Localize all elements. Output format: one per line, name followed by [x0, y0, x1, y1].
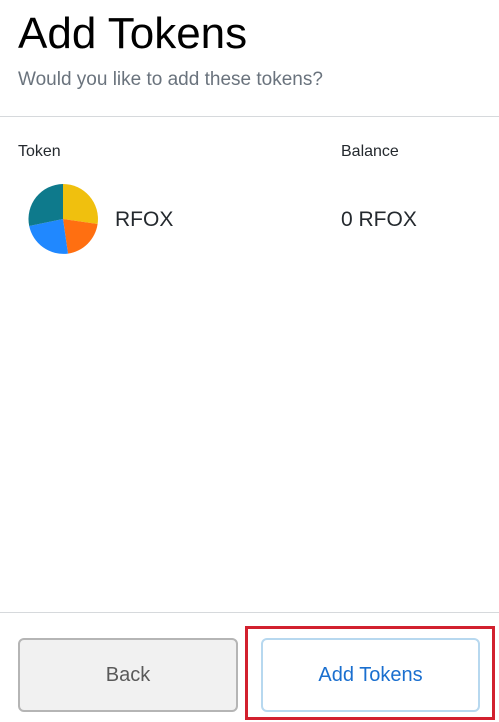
token-row: RFOX 0 RFOX [0, 180, 499, 258]
top-divider [0, 116, 499, 117]
add-tokens-page: Add Tokens Would you like to add these t… [0, 0, 499, 722]
column-header-token: Token [18, 143, 61, 160]
column-header-balance: Balance [341, 143, 399, 160]
back-button[interactable]: Back [18, 638, 238, 712]
page-title: Add Tokens [18, 9, 248, 58]
add-tokens-button[interactable]: Add Tokens [261, 638, 480, 712]
bottom-divider [0, 612, 499, 613]
token-symbol: RFOX [115, 208, 174, 231]
token-balance: 0 RFOX [341, 208, 417, 231]
page-subtitle: Would you like to add these tokens? [18, 69, 323, 90]
rfox-token-icon [28, 184, 98, 254]
